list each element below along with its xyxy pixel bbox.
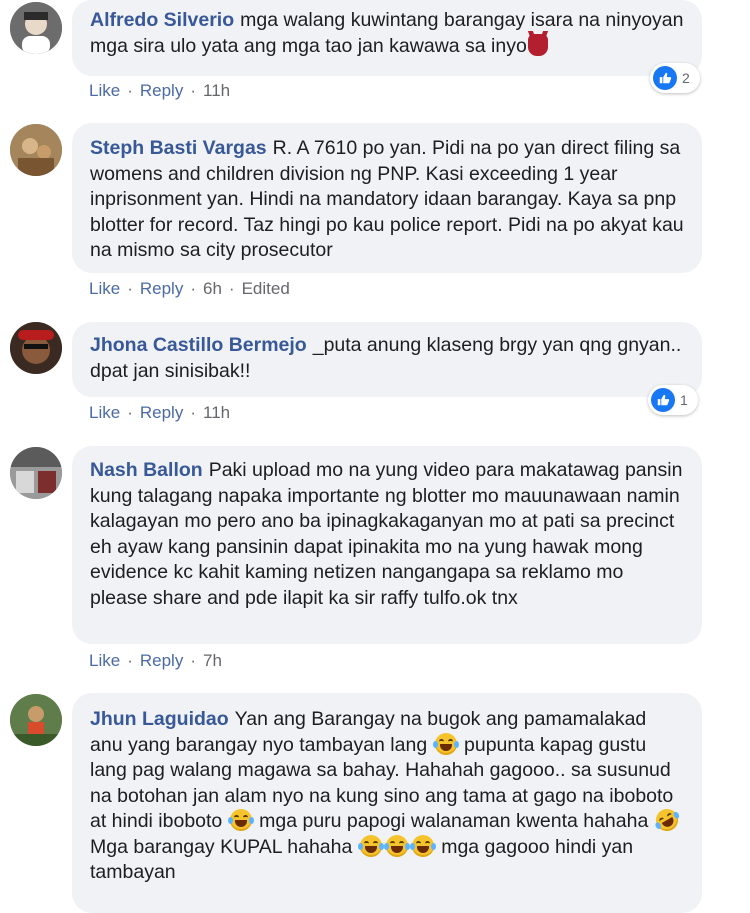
tears-of-joy-icon [383, 834, 410, 857]
devil-icon [527, 33, 548, 56]
comment-actions: Like · Reply · 7h [89, 651, 222, 671]
avatar[interactable] [10, 2, 62, 54]
comment-actions: Like · Reply · 6h · Edited [89, 279, 290, 299]
separator: · [127, 81, 133, 100]
avatar[interactable] [10, 322, 62, 374]
reply-button[interactable]: Reply [140, 403, 183, 422]
timestamp[interactable]: 11h [203, 403, 230, 422]
separator: · [190, 403, 196, 422]
tears-of-joy-icon [357, 834, 384, 857]
comment-text: mga puru papogi walanaman kwenta hahaha [259, 810, 649, 832]
thumbs-up-icon [653, 66, 677, 90]
tears-of-joy-icon [432, 732, 459, 755]
reply-button[interactable]: Reply [140, 279, 183, 298]
comment-bubble: Steph Basti Vargas R. A 7610 po yan. Pidi… [72, 123, 702, 273]
comment-actions: Like · Reply · 11h [89, 403, 230, 423]
reaction-number: 1 [680, 392, 688, 408]
reaction-count[interactable]: 1 [648, 385, 698, 415]
comment-text: Mga barangay KUPAL hahaha [90, 835, 353, 858]
separator: · [190, 651, 196, 670]
like-button[interactable]: Like [89, 81, 120, 100]
separator: · [190, 81, 196, 100]
comment-author[interactable]: Nash Ballon [90, 459, 203, 481]
timestamp[interactable]: 6h [203, 279, 222, 298]
timestamp[interactable]: 11h [203, 81, 230, 100]
avatar[interactable] [10, 447, 62, 499]
like-button[interactable]: Like [89, 403, 120, 422]
comment-author[interactable]: Jhun Laguidao [90, 708, 229, 730]
avatar[interactable] [10, 694, 62, 746]
rolling-laughing-icon [651, 804, 682, 836]
reaction-number: 2 [682, 70, 690, 86]
comment-bubble: Alfredo Silverio mga walang kuwintang bar… [72, 0, 702, 76]
separator: · [127, 279, 133, 298]
avatar[interactable] [10, 124, 62, 176]
separator: · [127, 403, 133, 422]
separator: · [228, 279, 235, 298]
edited-label[interactable]: Edited [242, 279, 290, 298]
comment-text: Paki upload mo na yung video para makata… [90, 459, 683, 609]
comment-bubble: Nash Ballon Paki upload mo na yung video … [72, 446, 702, 644]
reply-button[interactable]: Reply [140, 81, 183, 100]
comment-bubble: Jhun Laguidao Yan ang Barangay na bugok a… [72, 693, 702, 913]
reaction-count[interactable]: 2 [650, 63, 700, 93]
like-button[interactable]: Like [89, 279, 120, 298]
separator: · [127, 651, 133, 670]
comment-author[interactable]: Steph Basti Vargas [90, 137, 267, 159]
reply-button[interactable]: Reply [140, 651, 183, 670]
comment-actions: Like · Reply · 11h [89, 81, 230, 101]
thumbs-up-icon [651, 388, 675, 412]
tears-of-joy-icon [409, 834, 436, 857]
comment-author[interactable]: Jhona Castillo Bermejo [90, 334, 307, 356]
comment-bubble: Jhona Castillo Bermejo _puta anung klasen… [72, 322, 702, 397]
like-button[interactable]: Like [89, 651, 120, 670]
timestamp[interactable]: 7h [203, 651, 222, 670]
comment-author[interactable]: Alfredo Silverio [90, 9, 234, 31]
separator: · [190, 279, 196, 298]
tears-of-joy-icon [227, 809, 254, 831]
